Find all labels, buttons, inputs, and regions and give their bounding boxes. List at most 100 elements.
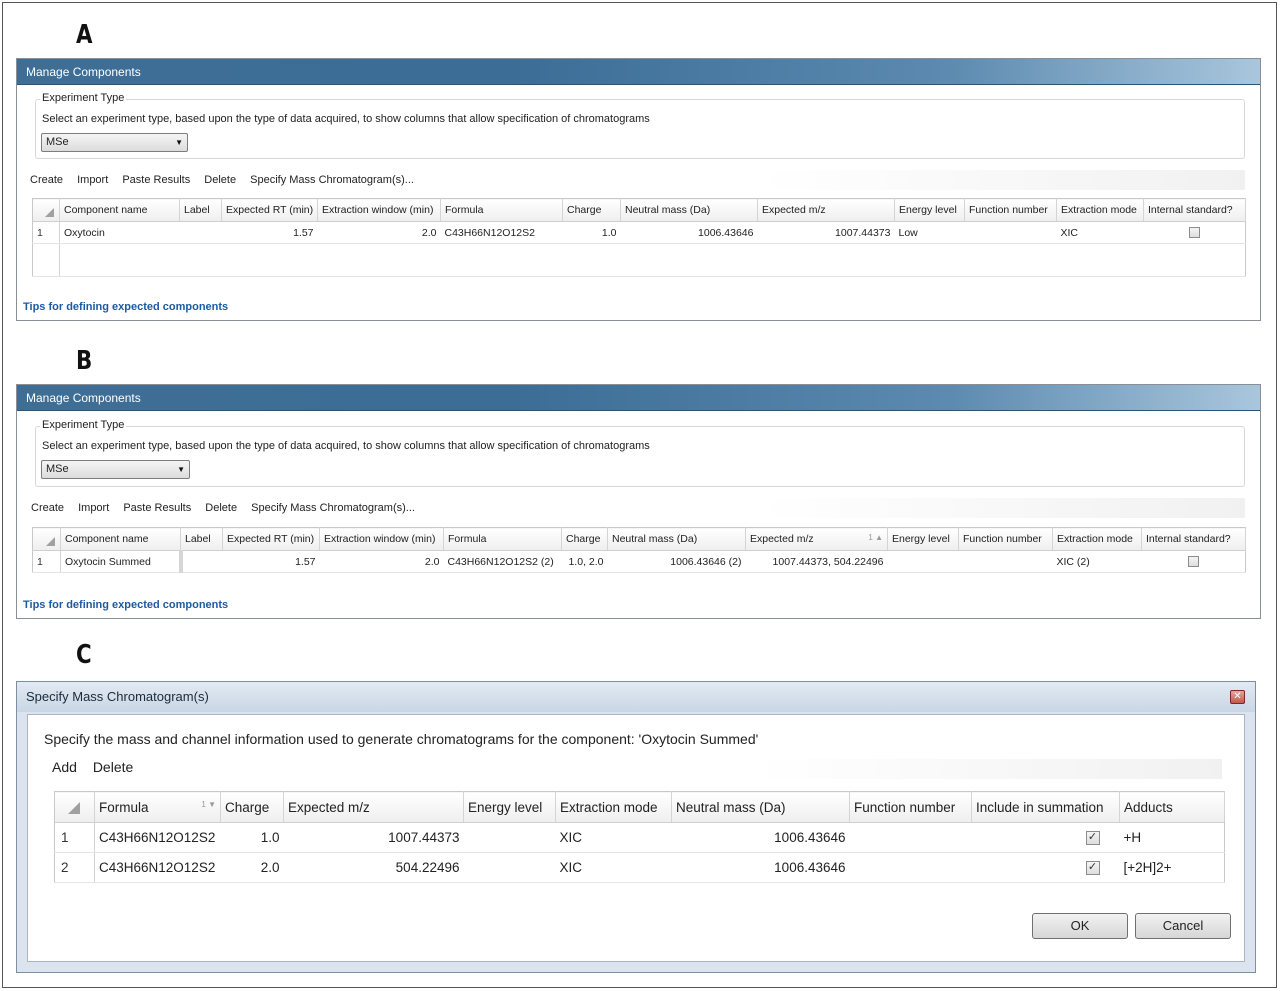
- column-header[interactable]: Expected RT (min): [222, 527, 320, 551]
- specify-mass-chromatogram-button[interactable]: Specify Mass Chromatogram(s)...: [251, 502, 415, 514]
- charge-cell[interactable]: 1.0, 2.0: [561, 550, 608, 573]
- internal-standard-checkbox[interactable]: [1187, 556, 1199, 568]
- column-header[interactable]: Energy level: [894, 198, 965, 222]
- adducts-cell[interactable]: +H: [1119, 822, 1225, 853]
- experiment-type-dropdown[interactable]: MSe ▼: [41, 133, 188, 152]
- column-header[interactable]: Extraction mode: [555, 791, 672, 823]
- extraction-window-cell[interactable]: 2.0: [319, 550, 444, 573]
- extraction-mode-cell[interactable]: XIC (2): [1052, 550, 1142, 573]
- column-header[interactable]: Expected m/z: [757, 198, 895, 222]
- expected-mz-cell[interactable]: 504.22496: [283, 852, 464, 883]
- column-header[interactable]: Formula 1 ▼: [94, 791, 221, 823]
- column-header[interactable]: Expected m/z: [283, 791, 464, 823]
- import-button[interactable]: Import: [78, 502, 109, 514]
- column-header[interactable]: Formula: [440, 198, 563, 222]
- component-name-cell[interactable]: Oxytocin: [59, 221, 180, 244]
- column-header[interactable]: Function number: [849, 791, 972, 823]
- table-row[interactable]: 2 C43H66N12O12S2 2.0 504.22496 XIC 1006.…: [54, 852, 1225, 883]
- delete-button[interactable]: Delete: [93, 759, 133, 775]
- column-header[interactable]: Internal standard?: [1141, 527, 1246, 551]
- column-header[interactable]: Component name: [60, 527, 181, 551]
- adducts-cell[interactable]: [+2H]2+: [1119, 852, 1225, 883]
- column-header[interactable]: Label: [179, 198, 222, 222]
- extraction-window-cell[interactable]: 2.0: [317, 221, 441, 244]
- column-header[interactable]: Neutral mass (Da): [607, 527, 746, 551]
- expected-rt-cell[interactable]: 1.57: [221, 221, 318, 244]
- paste-results-button[interactable]: Paste Results: [122, 174, 190, 186]
- column-header[interactable]: Function number: [964, 198, 1057, 222]
- label-cell[interactable]: [180, 550, 223, 573]
- tips-link[interactable]: Tips for defining expected components: [23, 301, 228, 313]
- formula-cell[interactable]: C43H66N12O12S2: [440, 221, 563, 244]
- extraction-mode-cell[interactable]: XIC: [555, 852, 672, 883]
- formula-cell[interactable]: C43H66N12O12S2 (2): [443, 550, 562, 573]
- function-number-cell[interactable]: [849, 852, 972, 883]
- include-in-summation-checkbox[interactable]: [1085, 831, 1100, 846]
- column-header[interactable]: Extraction mode: [1056, 198, 1144, 222]
- column-header[interactable]: Charge: [562, 198, 621, 222]
- formula-cell[interactable]: C43H66N12O12S2: [94, 822, 221, 853]
- experiment-type-dropdown[interactable]: MSe ▼: [41, 460, 190, 479]
- expected-rt-cell[interactable]: 1.57: [222, 550, 320, 573]
- expected-mz-cell[interactable]: 1007.44373, 504.22496: [745, 550, 888, 573]
- select-all-corner[interactable]: [54, 791, 95, 823]
- create-button[interactable]: Create: [30, 174, 63, 186]
- column-header[interactable]: Function number: [958, 527, 1053, 551]
- formula-cell[interactable]: C43H66N12O12S2: [94, 852, 221, 883]
- tips-link[interactable]: Tips for defining expected components: [23, 599, 228, 611]
- include-in-summation-checkbox[interactable]: [1085, 861, 1100, 876]
- column-header[interactable]: Extraction mode: [1052, 527, 1142, 551]
- extraction-mode-cell[interactable]: XIC: [1056, 221, 1144, 244]
- neutral-mass-cell[interactable]: 1006.43646: [620, 221, 758, 244]
- neutral-mass-cell[interactable]: 1006.43646: [671, 822, 850, 853]
- column-header[interactable]: Formula: [443, 527, 562, 551]
- paste-results-button[interactable]: Paste Results: [123, 502, 191, 514]
- table-row[interactable]: 1 Oxytocin 1.57 2.0 C43H66N12O12S2 1.0 1…: [32, 221, 1246, 244]
- table-row[interactable]: 1 C43H66N12O12S2 1.0 1007.44373 XIC 1006…: [54, 822, 1225, 853]
- column-header[interactable]: Extraction window (min): [319, 527, 444, 551]
- function-number-cell[interactable]: [849, 822, 972, 853]
- component-name-cell[interactable]: Oxytocin Summed: [60, 550, 183, 573]
- column-header[interactable]: Energy level: [887, 527, 959, 551]
- energy-level-cell[interactable]: [887, 550, 959, 573]
- cancel-button[interactable]: Cancel: [1135, 913, 1231, 939]
- table-row[interactable]: 1 Oxytocin Summed 1.57 2.0 C43H66N12O12S…: [32, 550, 1246, 573]
- column-header[interactable]: Component name: [59, 198, 180, 222]
- function-number-cell[interactable]: [958, 550, 1053, 573]
- charge-cell[interactable]: 2.0: [220, 852, 284, 883]
- delete-button[interactable]: Delete: [204, 174, 236, 186]
- energy-level-cell[interactable]: [463, 822, 556, 853]
- neutral-mass-cell[interactable]: 1006.43646 (2): [607, 550, 746, 573]
- column-header[interactable]: Neutral mass (Da): [671, 791, 850, 823]
- column-header[interactable]: Adducts: [1119, 791, 1225, 823]
- close-icon[interactable]: ✕: [1230, 690, 1245, 704]
- function-number-cell[interactable]: [964, 221, 1057, 244]
- charge-cell[interactable]: 1.0: [562, 221, 621, 244]
- expected-mz-cell[interactable]: 1007.44373: [283, 822, 464, 853]
- column-header[interactable]: Internal standard?: [1143, 198, 1246, 222]
- column-header[interactable]: Energy level: [463, 791, 556, 823]
- column-header[interactable]: Charge: [220, 791, 284, 823]
- column-header[interactable]: Neutral mass (Da): [620, 198, 758, 222]
- column-header[interactable]: Include in summation: [971, 791, 1120, 823]
- expected-mz-cell[interactable]: 1007.44373: [757, 221, 895, 244]
- select-all-corner[interactable]: [32, 198, 60, 222]
- column-header[interactable]: Expected m/z 1 ▲: [745, 527, 888, 551]
- label-cell[interactable]: [179, 221, 222, 244]
- extraction-mode-cell[interactable]: XIC: [555, 822, 672, 853]
- specify-mass-chromatogram-button[interactable]: Specify Mass Chromatogram(s)...: [250, 174, 414, 186]
- select-all-corner[interactable]: [32, 527, 61, 551]
- column-header[interactable]: Expected RT (min): [221, 198, 318, 222]
- charge-cell[interactable]: 1.0: [220, 822, 284, 853]
- neutral-mass-cell[interactable]: 1006.43646: [671, 852, 850, 883]
- energy-level-cell[interactable]: [463, 852, 556, 883]
- create-button[interactable]: Create: [31, 502, 64, 514]
- import-button[interactable]: Import: [77, 174, 108, 186]
- delete-button[interactable]: Delete: [205, 502, 237, 514]
- ok-button[interactable]: OK: [1032, 913, 1128, 939]
- add-button[interactable]: Add: [52, 759, 77, 775]
- column-header[interactable]: Label: [180, 527, 223, 551]
- energy-level-cell[interactable]: Low: [894, 221, 965, 244]
- column-header[interactable]: Charge: [561, 527, 608, 551]
- column-header[interactable]: Extraction window (min): [317, 198, 441, 222]
